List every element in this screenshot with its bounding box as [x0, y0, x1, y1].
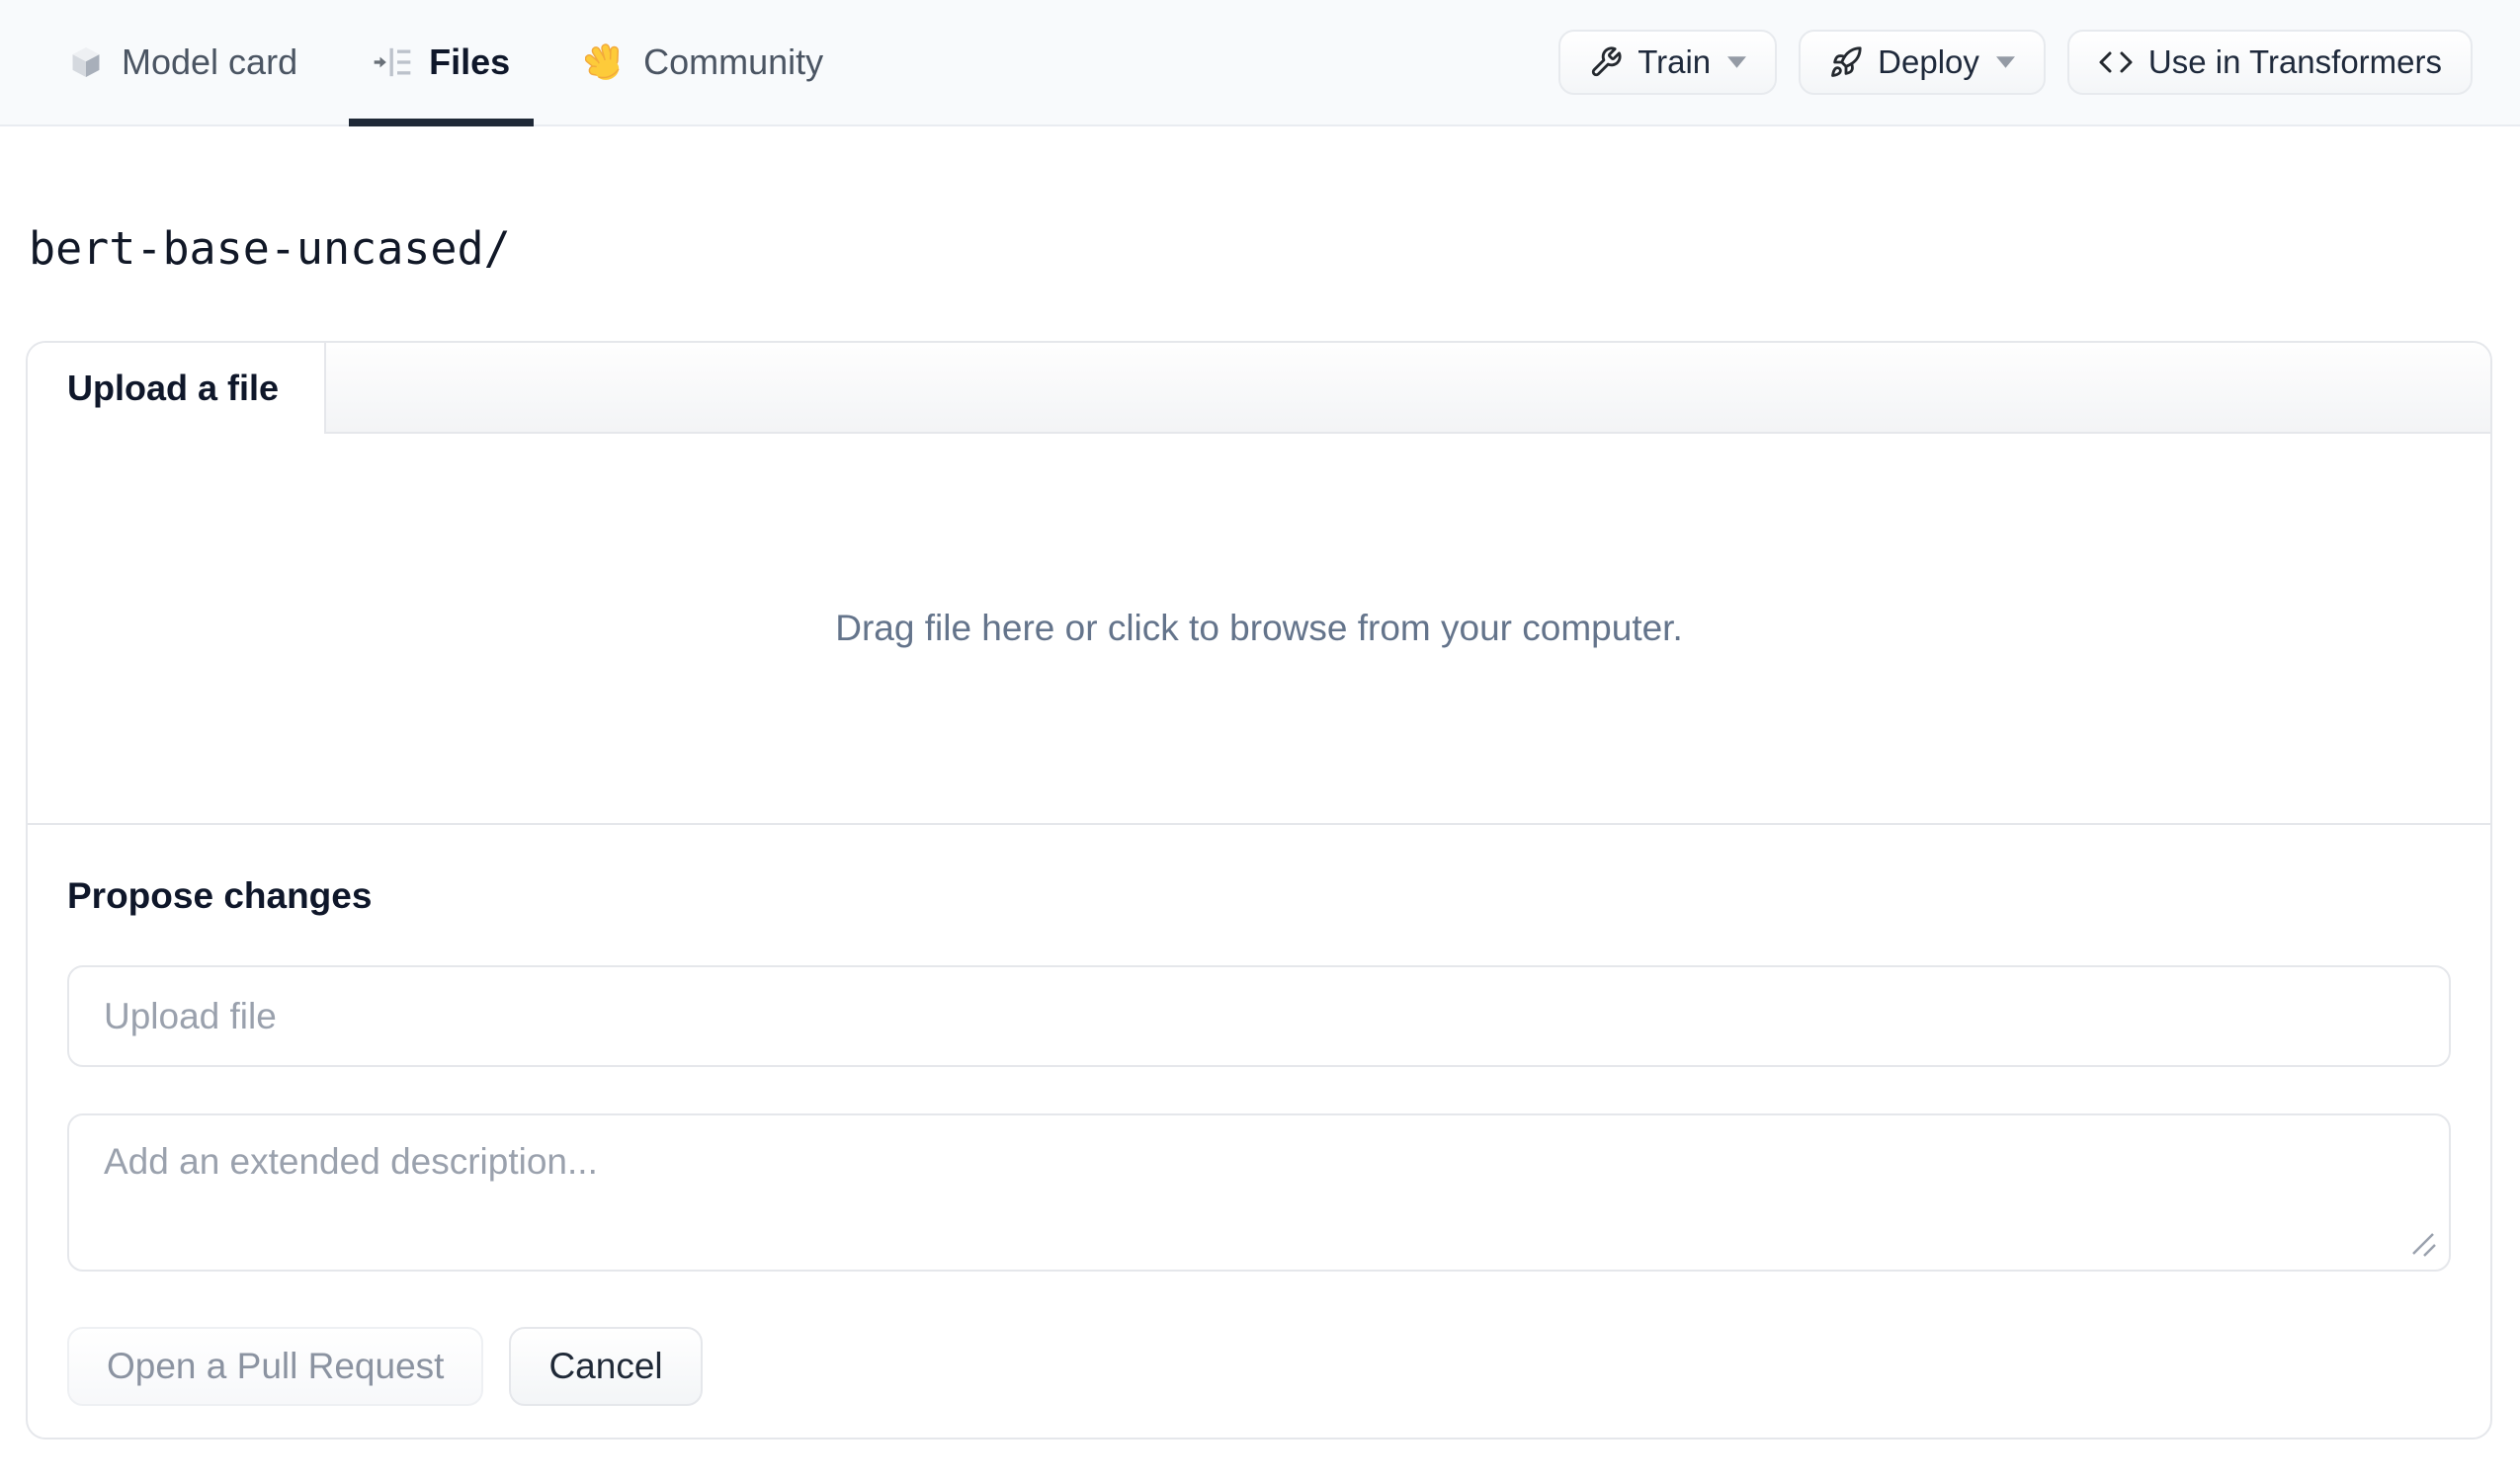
- upload-file-input[interactable]: [67, 965, 2451, 1067]
- cancel-button[interactable]: Cancel: [509, 1327, 703, 1406]
- tab-files-label: Files: [429, 41, 511, 82]
- main-content: bert-base-uncased/ Upload a file Drag fi…: [0, 221, 2520, 1440]
- repo-header: Model card Files Community Train Deploy …: [0, 0, 2520, 126]
- train-button[interactable]: Train: [1558, 30, 1778, 95]
- deploy-button-label: Deploy: [1878, 43, 1979, 80]
- textarea-resize-grip-icon[interactable]: [2407, 1228, 2441, 1262]
- repo-path: bert-base-uncased/: [29, 222, 511, 275]
- repo-tabs-nav: Model card Files Community: [43, 0, 847, 126]
- file-dropzone[interactable]: Drag file here or click to browse from y…: [28, 434, 2490, 825]
- propose-actions: Open a Pull Request Cancel: [67, 1327, 2451, 1406]
- rocket-icon: [1829, 45, 1863, 79]
- file-versions-icon: [373, 42, 412, 82]
- wrench-icon: [1589, 45, 1623, 79]
- use-in-transformers-label: Use in Transformers: [2147, 43, 2442, 80]
- tab-files[interactable]: Files: [349, 0, 535, 126]
- propose-changes-heading: Propose changes: [67, 875, 373, 916]
- caret-down-icon: [1995, 56, 2015, 68]
- repo-actions: Train Deploy Use in Transformers: [1558, 0, 2473, 124]
- tab-upload-a-file[interactable]: Upload a file: [28, 343, 327, 434]
- extended-description-textarea[interactable]: [67, 1113, 2451, 1272]
- description-field-wrap: [67, 1113, 2451, 1272]
- deploy-button[interactable]: Deploy: [1799, 30, 2046, 95]
- propose-changes-section: Propose changes Open a Pull Request Canc…: [28, 825, 2490, 1438]
- tab-model-card[interactable]: Model card: [43, 0, 321, 124]
- tab-upload-a-file-label: Upload a file: [67, 368, 280, 408]
- use-in-transformers-button[interactable]: Use in Transformers: [2066, 30, 2473, 95]
- train-button-label: Train: [1638, 43, 1712, 80]
- code-icon: [2098, 44, 2134, 80]
- active-tab-underline: [349, 119, 535, 126]
- dropzone-hint-text: Drag file here or click to browse from y…: [835, 608, 1683, 648]
- tab-community[interactable]: Community: [561, 0, 847, 124]
- caret-down-icon: [1727, 56, 1747, 68]
- open-pull-request-button[interactable]: Open a Pull Request: [67, 1327, 484, 1406]
- cube-icon: [67, 43, 105, 81]
- upload-card: Upload a file Drag file here or click to…: [26, 341, 2492, 1440]
- upload-card-tabbar: Upload a file: [28, 343, 2490, 434]
- waving-hand-icon: [585, 41, 627, 83]
- tab-community-label: Community: [643, 41, 824, 82]
- tab-model-card-label: Model card: [122, 41, 298, 82]
- tabbar-filler: [326, 343, 2490, 434]
